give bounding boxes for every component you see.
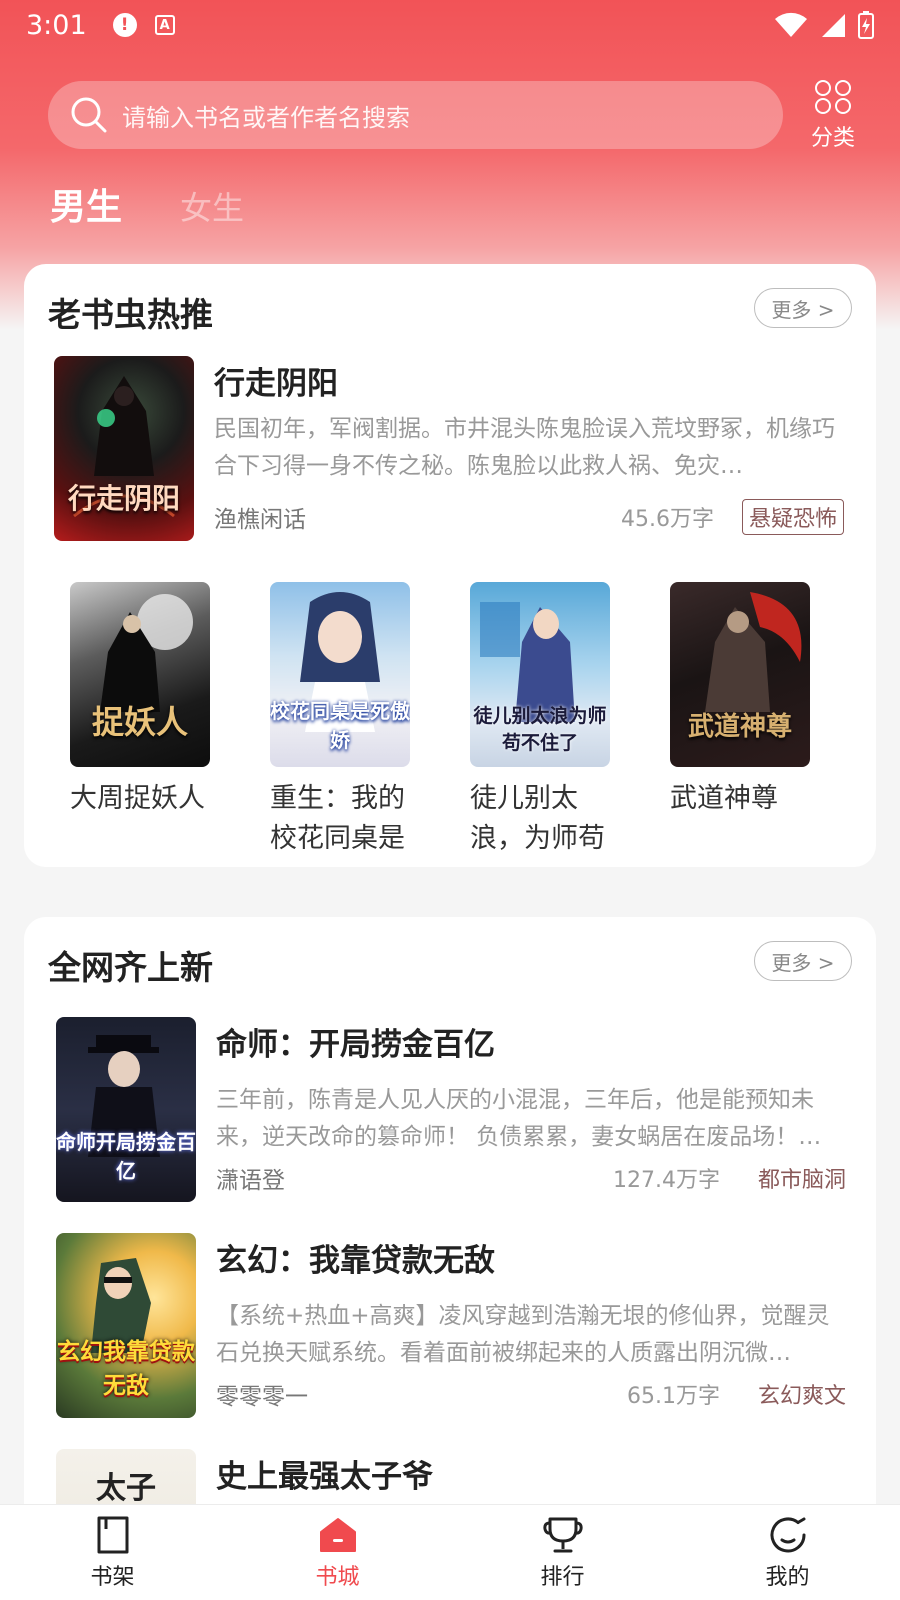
book-cover: 行走阴阳 (54, 356, 194, 541)
book-description: 三年前，陈青是人见人厌的小混混，三年后，他是能预知未来，逆天改命的篡命师！ 负债… (216, 1087, 822, 1150)
book-title: 重生：我的校花同桌是死… (270, 783, 405, 854)
book-list-item[interactable]: 命师开局捞金百亿 命师：开局捞金百亿 三年前，陈青是人见人厌的小混混，三年后，他… (56, 1017, 856, 1202)
new-releases-section: 全网齐上新 更多 > 命师开局捞金百亿 命师：开局捞金百亿 三年前，陈青是人见人… (24, 917, 876, 1600)
nav-label: 书架 (90, 1565, 135, 1590)
signal-icon (822, 14, 845, 37)
category-label: 分类 (810, 126, 855, 151)
trophy-icon (542, 1517, 583, 1553)
more-button[interactable]: 更多 > (754, 941, 852, 981)
grid-icon (815, 80, 851, 114)
nav-mine[interactable]: 我的 (675, 1505, 900, 1600)
featured-book[interactable]: 行走阴阳 行走阴阳 民国初年，军阀割据。市井混头陈鬼脸误入荒坟野冢，机缘巧合下习… (54, 356, 854, 541)
book-description: 【系统+热血+高爽】凌风穿越到浩瀚无垠的修仙界，觉醒灵石兑换天赋系统。看着面前被… (216, 1303, 830, 1366)
book-cover: 命师开局捞金百亿 (56, 1017, 196, 1202)
grid-book[interactable]: 捉妖人 大周捉妖人 (70, 582, 230, 859)
cover-text: 武道神尊 (687, 712, 792, 742)
tab-male[interactable]: 男生 (50, 178, 122, 230)
book-author: 零零零一 (216, 1384, 308, 1410)
more-button[interactable]: 更多 > (754, 288, 852, 328)
book-title: 行走阴阳 (214, 366, 338, 402)
bottom-nav: 书架 书城 排行 我的 (0, 1504, 900, 1600)
battery-icon (858, 11, 874, 39)
nav-bookstore[interactable]: 书城 (225, 1505, 450, 1600)
book-description: 民国初年，军阀割据。市井混头陈鬼脸误入荒坟野冢，机缘巧合下习得一身不传之秘。陈鬼… (214, 416, 835, 479)
status-time: 3:01 (26, 9, 87, 41)
book-author: 渔樵闲话 (214, 507, 306, 533)
profile-icon (770, 1517, 805, 1553)
grid-book[interactable]: 徒儿别太浪为师苟不住了 徒儿别太浪，为师苟不住了 (470, 582, 630, 859)
book-title: 大周捉妖人 (70, 783, 205, 814)
book-list-item[interactable]: 玄幻我靠贷款无敌 玄幻：我靠贷款无敌 【系统+热血+高爽】凌风穿越到浩瀚无垠的修… (56, 1233, 856, 1418)
cover-text: 命师开局捞金百亿 (56, 1130, 196, 1183)
cover-text: 行走阴阳 (67, 482, 180, 515)
nav-label: 排行 (540, 1565, 585, 1590)
book-cover: 武道神尊 (670, 582, 810, 767)
book-cover: 徒儿别太浪为师苟不住了 (470, 582, 610, 767)
book-cover: 捉妖人 (70, 582, 210, 767)
book-title: 玄幻：我靠贷款无敌 (216, 1243, 495, 1279)
search-row: 请输入书名或者作者名搜索 分类 (48, 80, 858, 151)
font-notification-icon: A (154, 15, 175, 35)
search-input[interactable]: 请输入书名或者作者名搜索 (48, 81, 783, 149)
status-bar: 3:01 ! A (0, 0, 900, 50)
search-placeholder: 请输入书名或者作者名搜索 (122, 103, 410, 132)
wifi-icon (775, 12, 807, 37)
cover-text: 玄幻我靠贷款无敌 (57, 1338, 195, 1399)
nav-label: 我的 (765, 1565, 810, 1590)
book-word-count: 65.1万字 (626, 1384, 720, 1409)
book-title: 徒儿别太浪，为师苟不住了 (470, 783, 605, 854)
book-title: 命师：开局捞金百亿 (216, 1027, 495, 1063)
nav-label: 书城 (315, 1565, 360, 1590)
book-cover: 玄幻我靠贷款无敌 (56, 1233, 196, 1418)
section-title: 全网齐上新 (48, 948, 213, 987)
tab-female[interactable]: 女生 (180, 183, 244, 229)
grid-book[interactable]: 武道神尊 武道神尊 (670, 582, 830, 859)
book-genre-tag: 玄幻爽文 (757, 1384, 846, 1409)
nav-bookshelf[interactable]: 书架 (0, 1505, 225, 1600)
section-title: 老书虫热推 (48, 295, 213, 334)
book-word-count: 45.6万字 (620, 507, 714, 532)
alert-icon: ! (112, 13, 137, 37)
search-icon (71, 97, 107, 133)
gender-tabs: 男生 女生 (50, 178, 244, 230)
book-genre-tag: 都市脑洞 (757, 1168, 846, 1193)
book-word-count: 127.4万字 (613, 1168, 720, 1193)
bookshelf-icon (97, 1516, 128, 1554)
book-grid: 捉妖人 大周捉妖人 校花同桌是死傲娇 重生：我的校花同桌是死… (70, 582, 830, 859)
cover-text: 捉妖人 (91, 703, 188, 741)
hot-recommend-section: 老书虫热推 更多 > 行走阴阳 行走阴阳 民国初年，军阀割据。市井混头陈鬼脸误入… (24, 264, 876, 867)
book-title: 史上最强太子爷 (216, 1459, 433, 1495)
book-genre-tag: 悬疑恐怖 (741, 499, 844, 535)
home-icon (319, 1518, 356, 1552)
book-author: 潇语登 (216, 1168, 285, 1194)
cover-text: 校花同桌是死傲娇 (270, 699, 410, 752)
grid-book[interactable]: 校花同桌是死傲娇 重生：我的校花同桌是死… (270, 582, 430, 859)
cover-text: 徒儿别太浪为师苟不住了 (473, 705, 607, 754)
nav-ranking[interactable]: 排行 (450, 1505, 675, 1600)
cover-text: 太子 (96, 1471, 156, 1506)
book-title: 武道神尊 (670, 783, 778, 814)
category-button[interactable]: 分类 (803, 80, 863, 152)
book-cover: 校花同桌是死傲娇 (270, 582, 410, 767)
